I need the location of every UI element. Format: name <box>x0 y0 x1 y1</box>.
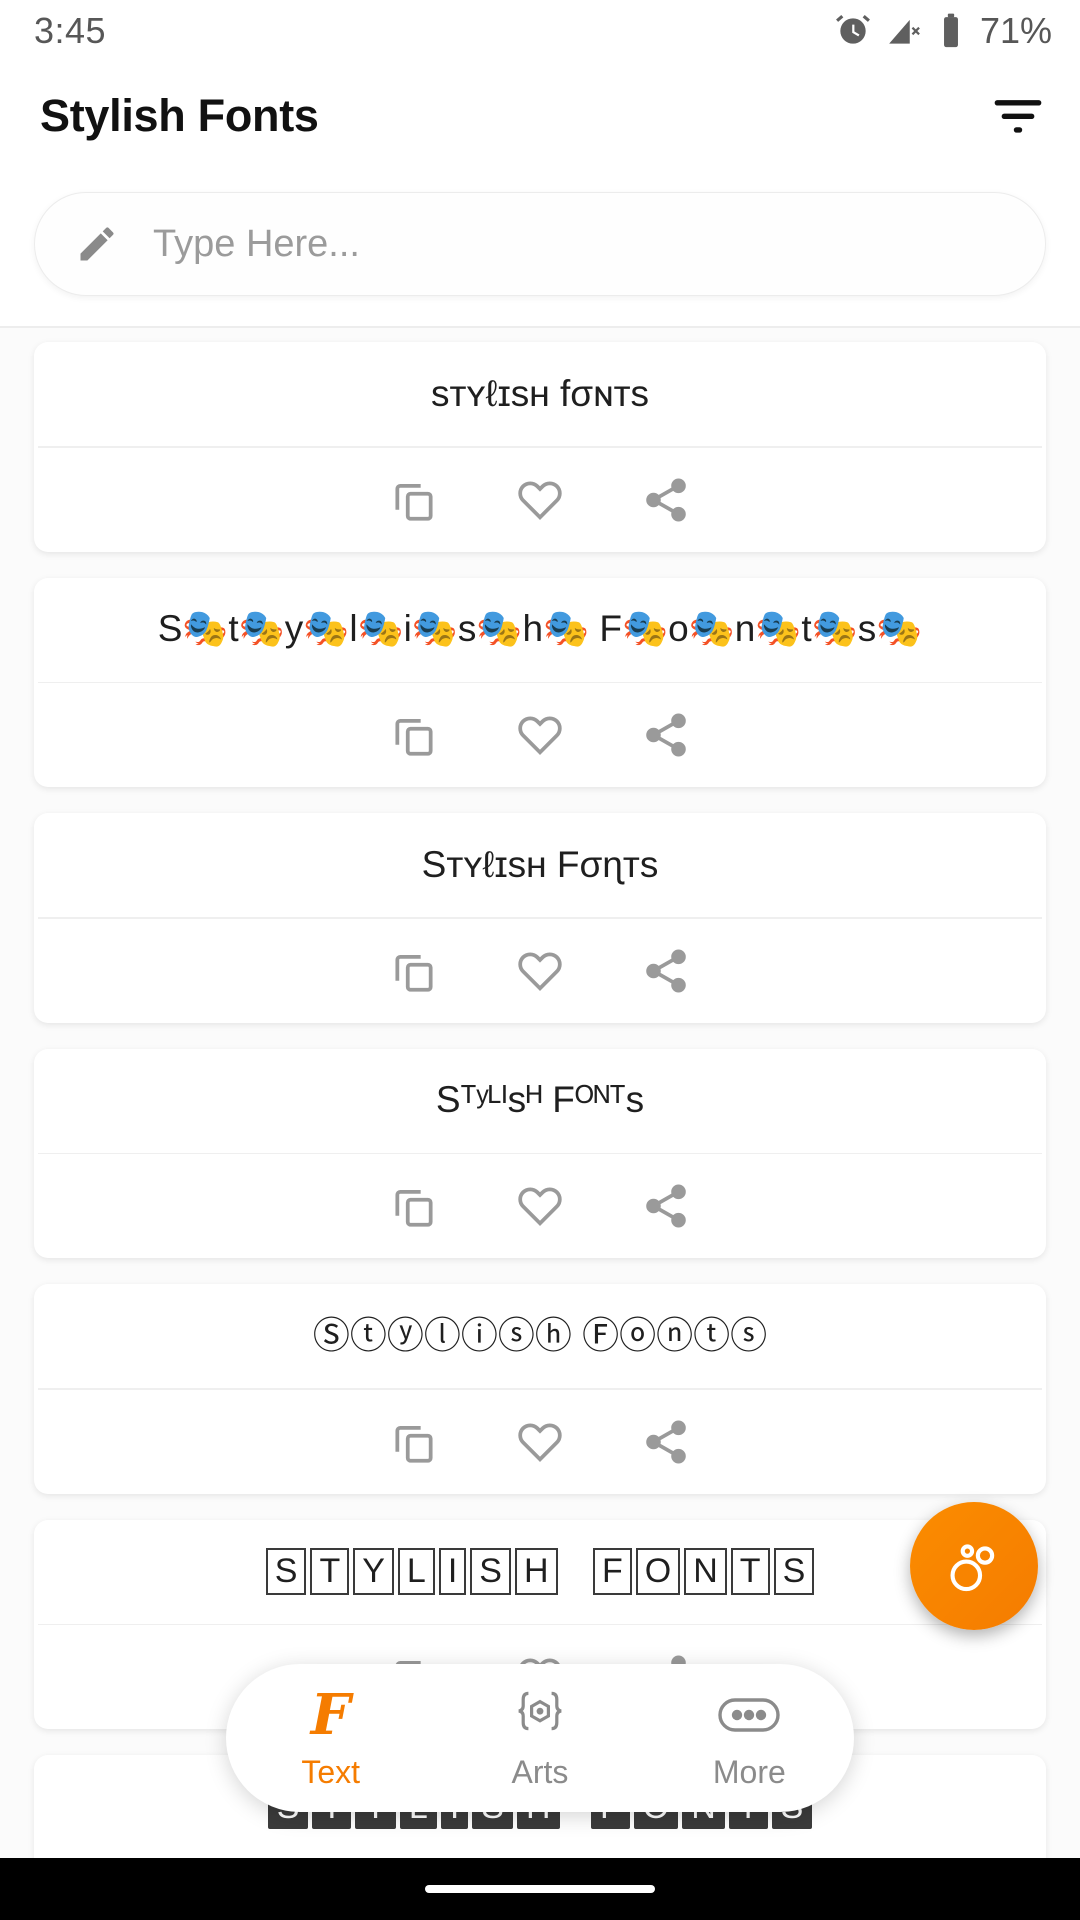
share-icon[interactable] <box>641 946 691 996</box>
bottom-navigation: F Text Arts More <box>226 1664 854 1812</box>
status-icons: 71% <box>834 10 1052 52</box>
more-dots-icon <box>718 1686 781 1744</box>
tab-more[interactable]: More <box>654 1686 844 1791</box>
tab-arts[interactable]: Arts <box>445 1686 635 1791</box>
status-bar: 3:45 71% <box>0 0 1080 62</box>
font-preview-text: Ⓢⓣⓨⓛⓘⓢⓗ Ⓕⓞⓝⓣⓢ <box>312 1314 768 1356</box>
font-card[interactable]: Ⓢⓣⓨⓛⓘⓢⓗ Ⓕⓞⓝⓣⓢ <box>34 1284 1046 1494</box>
alarm-icon <box>835 15 870 44</box>
card-actions <box>34 919 1046 1023</box>
signal-off-icon <box>889 19 920 44</box>
tab-arts-label: Arts <box>511 1753 569 1790</box>
bubbles-icon <box>950 1544 995 1592</box>
font-card[interactable]: S🎭t🎭y🎭l🎭i🎭s🎭h🎭 F🎭o🎭n🎭t🎭s🎭 <box>34 577 1046 787</box>
card-actions <box>34 683 1046 787</box>
share-icon[interactable] <box>641 710 691 760</box>
search-section <box>0 170 1080 326</box>
copy-icon[interactable] <box>389 1181 439 1231</box>
home-indicator[interactable] <box>425 1885 655 1893</box>
app-bar: Stylish Fonts <box>0 62 1080 170</box>
copy-icon[interactable] <box>389 710 439 760</box>
copy-icon[interactable] <box>389 946 439 996</box>
font-preview-text: Sᴛʏℓɪsʜ Fσɳᴛs <box>421 843 659 885</box>
font-f-icon: F <box>310 1681 351 1748</box>
share-icon[interactable] <box>641 1181 691 1231</box>
font-preview-text: sᴛʏℓɪsʜ fσɴᴛs <box>430 372 650 414</box>
card-actions <box>34 448 1046 552</box>
filter-icon[interactable] <box>990 88 1046 144</box>
heart-icon[interactable] <box>515 475 565 525</box>
font-preview-text: S🎭t🎭y🎭l🎭i🎭s🎭h🎭 F🎭o🎭n🎭t🎭s🎭 <box>157 608 923 650</box>
font-card[interactable]: sᴛʏℓɪsʜ fσɴᴛs <box>34 342 1046 552</box>
search-input[interactable] <box>153 222 1005 266</box>
pencil-icon <box>80 227 114 261</box>
heart-icon[interactable] <box>515 946 565 996</box>
heart-icon[interactable] <box>515 1417 565 1467</box>
page-title: Stylish Fonts <box>40 90 319 141</box>
heart-icon[interactable] <box>515 1181 565 1231</box>
app-bar-actions <box>990 88 1046 144</box>
font-preview-text: STYLISH FONTS <box>34 1520 1046 1624</box>
heart-icon[interactable] <box>515 710 565 760</box>
card-actions <box>34 1154 1046 1258</box>
share-icon[interactable] <box>641 475 691 525</box>
arts-icon <box>512 1686 568 1744</box>
tab-text-label: Text <box>301 1753 360 1790</box>
battery-icon <box>943 13 958 48</box>
tab-text[interactable]: F Text <box>236 1686 426 1791</box>
tab-more-label: More <box>712 1753 786 1790</box>
battery-percent: 71% <box>979 10 1052 51</box>
font-list[interactable]: sᴛʏℓɪsʜ fσɴᴛs S🎭t🎭y🎭l🎭i🎭s🎭h🎭 F🎭o🎭n🎭t🎭s🎭 <box>0 328 1080 1888</box>
font-card[interactable]: Sᵀʸᴸᴵsᴴ Fᴼᴺᵀs <box>34 1048 1046 1258</box>
font-card[interactable]: Sᴛʏℓɪsʜ Fσɳᴛs <box>34 813 1046 1023</box>
status-time: 3:45 <box>34 10 107 51</box>
bubbles-fab-button[interactable] <box>910 1502 1038 1630</box>
share-icon[interactable] <box>641 1417 691 1467</box>
copy-icon[interactable] <box>389 1417 439 1467</box>
card-actions <box>34 1390 1046 1494</box>
search-box[interactable] <box>34 192 1046 296</box>
font-preview-text: Sᵀʸᴸᴵsᴴ Fᴼᴺᵀs <box>435 1079 645 1121</box>
copy-icon[interactable] <box>389 475 439 525</box>
system-navigation-bar <box>0 1858 1080 1920</box>
